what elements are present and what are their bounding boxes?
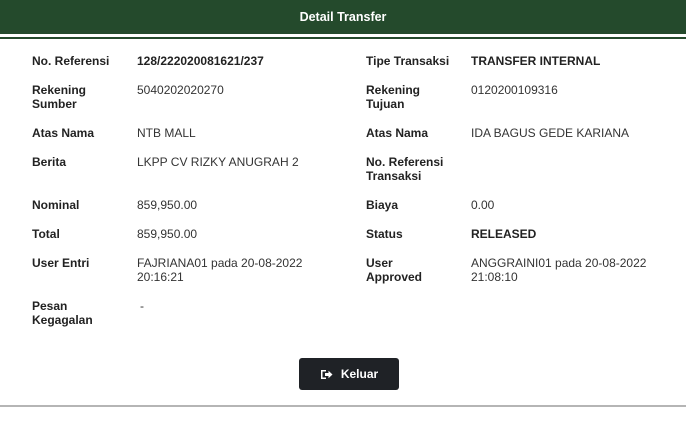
label-no-referensi: No. Referensi bbox=[32, 54, 110, 68]
label-rekening-sumber: Rekening Sumber bbox=[32, 83, 87, 111]
label-status: Status bbox=[366, 227, 403, 241]
value-atas-nama-tujuan: IDA BAGUS GEDE KARIANA bbox=[471, 126, 630, 140]
value-user-approved: ANGGRAINI01 pada 20-08-2022 21:08:10 bbox=[471, 256, 647, 284]
label-berita: Berita bbox=[32, 155, 67, 169]
label-pesan-kegagalan: Pesan Kegagalan bbox=[32, 299, 93, 327]
value-no-referensi: 128/222020081621/237 bbox=[137, 54, 264, 68]
value-rekening-sumber: 5040202020270 bbox=[137, 83, 224, 97]
value-pesan-kegagalan: - bbox=[140, 299, 144, 313]
label-nominal: Nominal bbox=[32, 198, 80, 212]
footer-divider bbox=[0, 405, 686, 407]
sign-out-icon bbox=[320, 369, 333, 380]
keluar-label: Keluar bbox=[340, 367, 379, 381]
value-berita: LKPP CV RIZKY ANUGRAH 2 bbox=[137, 155, 299, 169]
page-title: Detail Transfer bbox=[299, 10, 387, 24]
keluar-button[interactable]: Keluar bbox=[299, 358, 399, 390]
label-atas-nama-tujuan: Atas Nama bbox=[366, 126, 429, 140]
value-status: RELEASED bbox=[471, 227, 537, 241]
label-biaya: Biaya bbox=[366, 198, 399, 212]
label-rekening-tujuan: Rekening Tujuan bbox=[366, 83, 421, 111]
value-user-entri: FAJRIANA01 pada 20-08-2022 20:16:21 bbox=[137, 256, 303, 284]
detail-header: Detail Transfer bbox=[0, 0, 686, 34]
value-total: 859,950.00 bbox=[137, 227, 198, 241]
label-tipe-transaksi: Tipe Transaksi bbox=[366, 54, 450, 68]
value-tipe-transaksi: TRANSFER INTERNAL bbox=[471, 54, 601, 68]
value-atas-nama-sumber: NTB MALL bbox=[137, 126, 196, 140]
label-no-referensi-transaksi: No. Referensi Transaksi bbox=[366, 155, 444, 183]
header-divider bbox=[0, 37, 686, 39]
label-user-approved: User Approved bbox=[366, 256, 423, 284]
label-user-entri: User Entri bbox=[32, 256, 90, 270]
label-total: Total bbox=[32, 227, 60, 241]
value-nominal: 859,950.00 bbox=[137, 198, 198, 212]
value-biaya: 0.00 bbox=[471, 198, 495, 212]
label-atas-nama-sumber: Atas Nama bbox=[32, 126, 95, 140]
value-rekening-tujuan: 0120200109316 bbox=[471, 83, 558, 97]
